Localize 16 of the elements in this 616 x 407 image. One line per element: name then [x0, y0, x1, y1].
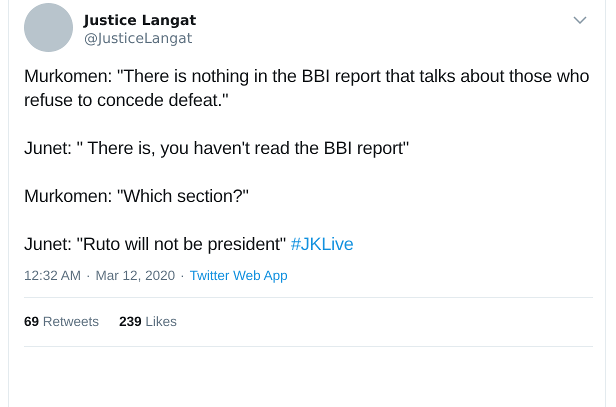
caret-icon[interactable]: [573, 16, 587, 24]
stat-count[interactable]: 69 Retweets: [24, 314, 100, 329]
separator: ·: [180, 268, 185, 283]
tweet-text: Murkomen: "Which section?": [24, 185, 250, 208]
hashtag-link[interactable]: #JKLive: [290, 234, 354, 254]
author-name[interactable]: Justice Langat: [84, 12, 573, 30]
stat-count[interactable]: 239 Likes: [119, 314, 177, 329]
tweet-text: Junet: "Ruto will not be president" #JKLive: [24, 233, 355, 256]
separator: ·: [86, 268, 91, 283]
tweet-time[interactable]: 12:32 AM: [24, 268, 82, 283]
tweet-text: Junet: " There is, you haven't read the BBI report": [24, 137, 410, 160]
author-handle[interactable]: @JusticeLangat: [84, 30, 573, 48]
tweet-date[interactable]: Mar 12, 2020: [96, 268, 176, 283]
source-link[interactable]: Twitter Web App: [190, 268, 288, 283]
tweet-text: Murkomen: "There is nothing in the BBI report that talks about those who refuse to concede defeat.": [24, 65, 590, 112]
avatar[interactable]: [24, 3, 73, 52]
